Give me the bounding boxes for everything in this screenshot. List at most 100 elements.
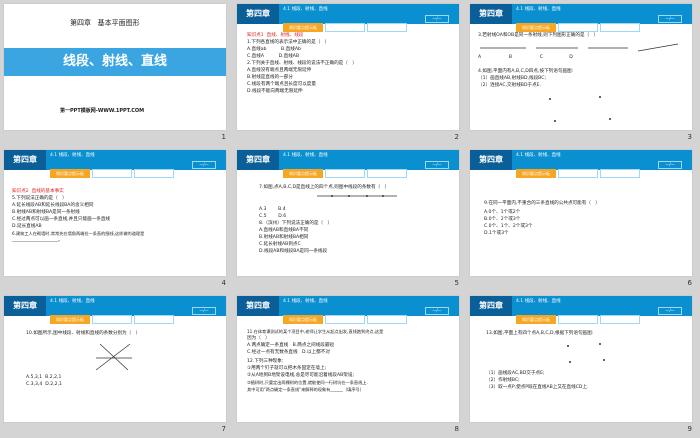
slide-line: B.0个、2个或3个 xyxy=(484,217,521,222)
slide-tabs: 知识要点提示板 课堂练习提升板 课后巩固提升板 xyxy=(283,14,409,32)
slide-cover: 第四章 基本平面图形 线段、射线、直线 第一PPT模板网-WWW.1PPT.CO… xyxy=(4,4,226,130)
slide-content: 第四章 4.1 线段、射线、直线 知识要点提示板 课堂练习提升板 课后巩固提升板 —… xyxy=(470,4,692,130)
tab-after[interactable]: 课后巩固提升板 xyxy=(367,315,407,324)
slide-thumb-3[interactable]: 第四章 4.1 线段、射线、直线 知识要点提示板 课堂练习提升板 课后巩固提升板 —… xyxy=(466,0,699,146)
cover-footer: 第一PPT模板网-WWW.1PPT.COM xyxy=(60,108,145,114)
line-points-figure xyxy=(317,195,397,197)
tab-knowledge[interactable]: 知识要点提示板 xyxy=(283,315,323,324)
slide-header: 第四章 4.1 线段、射线、直线 知识要点提示板 课堂练习提升板 课后巩固提升板 —… xyxy=(237,4,459,32)
slide-header: 第四章 4.1 线段、射线、直线 知识要点提示板 课堂练习提升板 课后巩固提升板 —… xyxy=(237,150,459,178)
slide-line: ③植树时,只要定出两棵树的位置,就能使同一行树坑在一条直线上. xyxy=(247,380,368,385)
slide-line: 其中可用"两点确定一条直线"来解释的现象有______（填序号） xyxy=(247,387,364,392)
tab-knowledge[interactable]: 知识要点提示板 xyxy=(283,169,323,178)
chapter-badge: 第四章 xyxy=(237,4,279,24)
tab-knowledge[interactable]: 知识要点提示板 xyxy=(516,23,556,32)
slide-line: D.1个或3个 xyxy=(484,231,509,236)
page-chip: —/— xyxy=(192,161,216,169)
ray-options-figure xyxy=(480,43,679,52)
slide-thumb-1[interactable]: 第四章 基本平面图形 线段、射线、直线 第一PPT模板网-WWW.1PPT.CO… xyxy=(0,0,233,146)
slide-number: 5 xyxy=(454,279,459,287)
tab-knowledge[interactable]: 知识要点提示板 xyxy=(283,23,323,32)
slide-thumb-9[interactable]: 第四章 4.1 线段、射线、直线 知识要点提示板 课堂练习提升板 课后巩固提升板 —… xyxy=(466,292,699,438)
section-title: 4.1 线段、射线、直线 xyxy=(50,299,95,304)
slide-line: 4.如图,平面内有A,B,C,D四点,按下列语句画图: xyxy=(478,69,574,74)
tab-after[interactable]: 课后巩固提升板 xyxy=(367,169,407,178)
tab-class[interactable]: 课堂练习提升板 xyxy=(325,315,365,324)
slide-header: 第四章 4.1 线段、射线、直线 知识要点提示板 课堂练习提升板 课后巩固提升板 —… xyxy=(237,296,459,324)
chapter-badge: 第四章 xyxy=(470,296,512,316)
slide-header: 第四章 4.1 线段、射线、直线 知识要点提示板 课堂练习提升板 课后巩固提升板 —… xyxy=(470,296,692,324)
page-chip: —/— xyxy=(192,307,216,315)
slide-line: C.3,3,4 D.2,2,1 xyxy=(26,382,62,387)
page-chip: —/— xyxy=(658,307,682,315)
slide-line: 11.在体育课测试的某个项目中,老师让学生从起点出发,直线跑到终点,这是 xyxy=(247,329,384,334)
slide-thumb-8[interactable]: 第四章 4.1 线段、射线、直线 知识要点提示板 课堂练习提升板 课后巩固提升板 —… xyxy=(233,292,466,438)
tab-after[interactable]: 课后巩固提升板 xyxy=(600,315,640,324)
tab-after[interactable]: 课后巩固提升板 xyxy=(134,169,174,178)
page-chip: —/— xyxy=(658,161,682,169)
slide-line: ____________________。 xyxy=(12,238,63,243)
slide-number: 9 xyxy=(687,425,692,433)
tab-after[interactable]: 课后巩固提升板 xyxy=(367,23,407,32)
slide-line: 因为（ ） xyxy=(247,336,270,341)
slide-thumb-2[interactable]: 第四章 4.1 线段、射线、直线 知识要点提示板 课堂练习提升板 课后巩固提升板 —… xyxy=(233,0,466,146)
slide-number: 2 xyxy=(454,133,459,141)
section-title: 4.1 线段、射线、直线 xyxy=(283,153,328,158)
page-chip: —/— xyxy=(425,15,449,23)
tab-class[interactable]: 课堂练习提升板 xyxy=(558,169,598,178)
slide-line: （3）取一点P,使点P既在直线AB上又在直线CD上. xyxy=(486,385,589,390)
slide-line: C.经过一点有无数条直线 D.以上都不对 xyxy=(247,350,330,355)
tab-class[interactable]: 课堂练习提升板 xyxy=(92,169,132,178)
slide-content: 第四章 4.1 线段、射线、直线 知识要点提示板 课堂练习提升板 课后巩固提升板 —… xyxy=(4,296,226,422)
slide-line: A.两点确定一条直线 B.两点之间线段最短 xyxy=(247,343,335,348)
slide-line: B.射线AB和射线BA是同一条射线 xyxy=(12,210,80,215)
section-title: 4.1 线段、射线、直线 xyxy=(516,153,561,158)
slide-tabs: 知识要点提示板 课堂练习提升板 课后巩固提升板 xyxy=(516,306,642,324)
section-title: 4.1 线段、射线、直线 xyxy=(283,299,328,304)
slide-line: （1）画直线AB,射线BD,线段BC; xyxy=(478,76,546,81)
slide-line: 13.如图,平面上有四个点A,B,C,D,根据下列语句画图: xyxy=(486,331,594,336)
slide-line: A.直线没有端点且两端无限延伸 xyxy=(247,68,312,73)
tab-class[interactable]: 课堂练习提升板 xyxy=(325,169,365,178)
slide-thumb-4[interactable]: 第四章 4.1 线段、射线、直线 知识要点提示板 课堂练习提升板 课后巩固提升板 —… xyxy=(0,146,233,292)
slide-line: C.5 D.6 xyxy=(259,214,287,219)
chapter-line: 第四章 基本平面图形 xyxy=(70,19,140,27)
tab-class[interactable]: 课堂练习提升板 xyxy=(558,315,598,324)
slide-header: 第四章 4.1 线段、射线、直线 知识要点提示板 课堂练习提升板 课后巩固提升板 —… xyxy=(470,150,692,178)
tab-after[interactable]: 课后巩固提升板 xyxy=(134,315,174,324)
tab-knowledge[interactable]: 知识要点提示板 xyxy=(50,169,90,178)
slide-line: 9.在同一平面内,不重合的三条直线的公共点可能有（ ） xyxy=(484,201,600,206)
four-points-figure xyxy=(567,343,605,363)
chapter-badge: 第四章 xyxy=(470,150,512,170)
tab-class[interactable]: 课堂练习提升板 xyxy=(92,315,132,324)
cover-title: 线段、射线、直线 xyxy=(4,48,226,76)
slide-line: 12.下列三种现象: xyxy=(247,359,284,364)
page-chip: —/— xyxy=(425,161,449,169)
section-title: 4.1 线段、射线、直线 xyxy=(50,153,95,158)
slide-header: 第四章 4.1 线段、射线、直线 知识要点提示板 课堂练习提升板 课后巩固提升板 —… xyxy=(4,296,226,324)
section-title: 4.1 线段、射线、直线 xyxy=(516,299,561,304)
slide-line: C.经过两点可以画一条直线,并且只能画一条直线 xyxy=(12,217,111,222)
slide-line: 8.（滨州）下列说法正确的是（ ） xyxy=(259,221,333,226)
slide-thumb-6[interactable]: 第四章 4.1 线段、射线、直线 知识要点提示板 课堂练习提升板 课后巩固提升板 —… xyxy=(466,146,699,292)
tab-after[interactable]: 课后巩固提升板 xyxy=(600,23,640,32)
tab-knowledge[interactable]: 知识要点提示板 xyxy=(516,315,556,324)
slide-line: C.延长射线AB到点C xyxy=(259,242,301,247)
tab-class[interactable]: 课堂练习提升板 xyxy=(325,23,365,32)
slide-line: 10.如图所示,图中线段、射线和直线的条数分别为（ ） xyxy=(26,331,141,336)
tab-after[interactable]: 课后巩固提升板 xyxy=(600,169,640,178)
tab-class[interactable]: 课堂练习提升板 xyxy=(558,23,598,32)
slide-header: 第四章 4.1 线段、射线、直线 知识要点提示板 课堂练习提升板 课后巩固提升板 —… xyxy=(4,150,226,178)
tab-knowledge[interactable]: 知识要点提示板 xyxy=(50,315,90,324)
slide-line: B.射线AB和射线BA相同 xyxy=(259,235,309,240)
slide-thumb-5[interactable]: 第四章 4.1 线段、射线、直线 知识要点提示板 课堂练习提升板 课后巩固提升板 —… xyxy=(233,146,466,292)
chapter-badge: 第四章 xyxy=(237,150,279,170)
tab-knowledge[interactable]: 知识要点提示板 xyxy=(516,169,556,178)
slide-line: A.直线ab B.直线Ab xyxy=(247,47,301,52)
slide-thumb-7[interactable]: 第四章 4.1 线段、射线、直线 知识要点提示板 课堂练习提升板 课后巩固提升板 —… xyxy=(0,292,233,438)
slide-line: 2.下列关于直线、射线、线段的说法不正确的是（ ） xyxy=(247,61,357,66)
slide-content: 第四章 4.1 线段、射线、直线 知识要点提示板 课堂练习提升板 课后巩固提升板 —… xyxy=(4,150,226,276)
slide-line: A.直线AB和直线BA不同 xyxy=(259,228,309,233)
chapter-badge: 第四章 xyxy=(4,296,46,316)
slide-content: 第四章 4.1 线段、射线、直线 知识要点提示板 课堂练习提升板 课后巩固提升板 —… xyxy=(237,296,459,422)
